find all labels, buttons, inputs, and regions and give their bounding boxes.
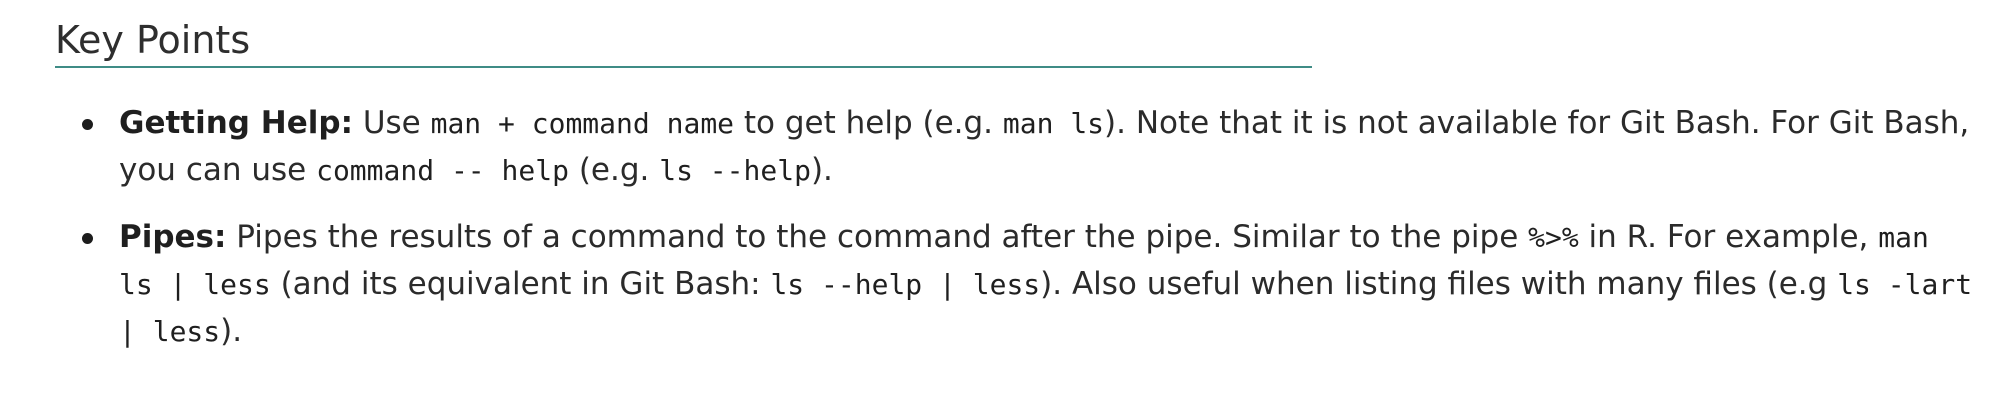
inline-code: ls --help | less xyxy=(770,268,1041,301)
inline-code: man + command name xyxy=(430,107,735,140)
inline-code: %>% xyxy=(1528,221,1579,254)
section-heading: Key Points xyxy=(55,18,251,62)
point-text: in R. For example, xyxy=(1578,219,1879,255)
list-item-pipes: Pipes: Pipes the results of a command to… xyxy=(82,214,1979,355)
bullet-icon xyxy=(82,119,93,130)
point-text: ). Also useful when listing files with m… xyxy=(1040,266,1838,302)
point-text: to get help (e.g. xyxy=(734,105,1003,141)
bullet-icon xyxy=(82,233,93,244)
inline-code: command -- help xyxy=(316,154,569,187)
heading-underline: Key Points xyxy=(55,14,1312,68)
point-text: ). xyxy=(220,313,243,349)
point-text: (e.g. xyxy=(568,152,660,188)
point-term: Pipes: xyxy=(119,219,227,255)
point-text: Use xyxy=(352,105,431,141)
point-text: (and its equivalent in Git Bash: xyxy=(270,266,771,302)
list-item-getting-help: Getting Help: Use man + command name to … xyxy=(82,100,1979,194)
point-term: Getting Help: xyxy=(119,105,353,141)
inline-code: man ls xyxy=(1002,107,1105,140)
inline-code: ls --help xyxy=(659,154,811,187)
key-points-list: Getting Help: Use man + command name to … xyxy=(82,100,1979,375)
point-text: Pipes the results of a command to the co… xyxy=(226,219,1529,255)
point-text: ). xyxy=(810,152,833,188)
key-points-section: Key Points Getting Help: Use man + comma… xyxy=(0,0,1998,414)
